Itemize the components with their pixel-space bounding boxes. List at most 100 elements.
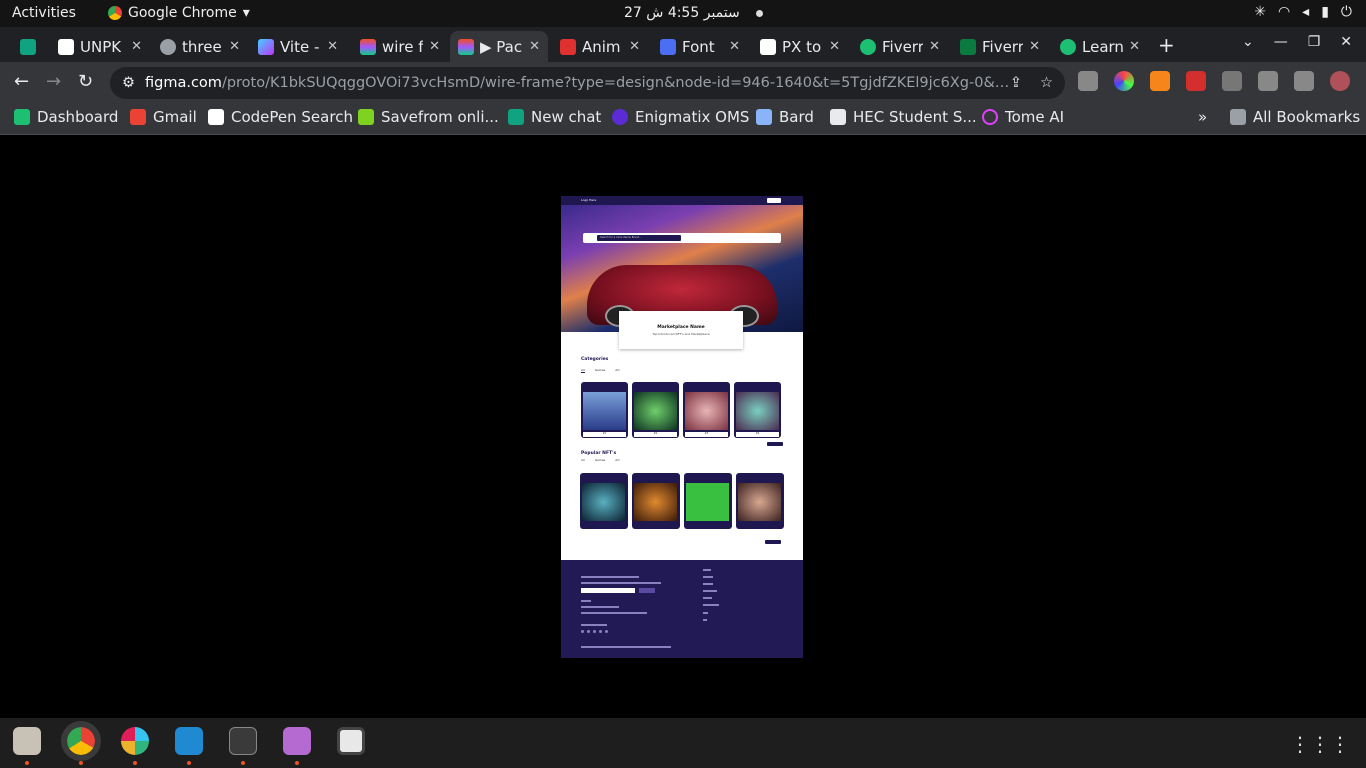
social-icon[interactable] <box>581 630 584 633</box>
close-icon[interactable]: ✕ <box>131 39 142 54</box>
restore-icon[interactable]: ❐ <box>1308 34 1321 50</box>
footer-link[interactable] <box>703 604 719 606</box>
reload-icon[interactable]: ↻ <box>78 71 93 92</box>
colorzilla-icon[interactable] <box>1114 71 1134 91</box>
nft-card[interactable]: #4 <box>734 382 781 438</box>
tab[interactable]: wire f ✕ <box>352 31 448 62</box>
bookmark-codepen[interactable]: CodePen Search <box>208 108 353 126</box>
social-icon[interactable] <box>593 630 596 633</box>
hero-search-bar[interactable]: Search for a more items/ Brand... <box>583 233 781 243</box>
close-icon[interactable]: ✕ <box>1029 39 1040 54</box>
prototype-frame[interactable]: Logo Here Search for a more items/ Brand… <box>561 196 803 658</box>
tab-chatgpt[interactable] <box>12 31 48 62</box>
bookmark-gmail[interactable]: Gmail <box>130 108 197 126</box>
tab-art[interactable]: Art <box>615 368 619 373</box>
back-icon[interactable]: ← <box>14 71 29 92</box>
bookmark-star-icon[interactable]: ☆ <box>1040 75 1053 91</box>
all-bookmarks[interactable]: All Bookmarks <box>1230 108 1360 126</box>
usb-device-icon[interactable] <box>337 727 365 755</box>
avatar[interactable] <box>1330 71 1350 91</box>
close-icon[interactable]: ✕ <box>327 39 338 54</box>
subscribe-button[interactable] <box>639 588 655 593</box>
close-icon[interactable]: ✕ <box>429 39 440 54</box>
tab[interactable]: Anim ✕ <box>552 31 648 62</box>
nft-card[interactable]: #1 <box>581 382 628 438</box>
puzzle-icon[interactable] <box>1258 71 1278 91</box>
bookmark-new-chat[interactable]: New chat <box>508 108 601 126</box>
media-icon[interactable] <box>1222 71 1242 91</box>
search-input[interactable]: Search for a more items/ Brand... <box>597 235 681 241</box>
bookmark-tome[interactable]: Tome AI <box>982 108 1064 126</box>
social-icon[interactable] <box>599 630 602 633</box>
tab[interactable]: three ✕ <box>152 31 248 62</box>
tab-all[interactable]: All <box>581 458 585 462</box>
footer-link[interactable] <box>703 597 712 599</box>
footer-link[interactable] <box>703 619 707 621</box>
new-tab-button[interactable]: + <box>1158 33 1175 57</box>
video-player-icon[interactable] <box>283 727 311 755</box>
sidepanel-icon[interactable] <box>1294 71 1314 91</box>
close-window-icon[interactable]: ✕ <box>1340 34 1352 50</box>
view-all-button[interactable] <box>767 442 783 446</box>
tab[interactable]: Fiverr ✕ <box>952 31 1048 62</box>
files-icon[interactable] <box>13 727 41 755</box>
nft-card[interactable] <box>684 473 732 529</box>
tab-active[interactable]: ▶ Pac ✕ <box>450 31 548 62</box>
bookmark-dashboard[interactable]: Dashboard <box>14 108 118 126</box>
bookmark-hec[interactable]: HEC Student S... <box>830 108 977 126</box>
tab[interactable]: UNPK ✕ <box>50 31 150 62</box>
bookmark-savefrom[interactable]: Savefrom onli... <box>358 108 499 126</box>
close-icon[interactable]: ✕ <box>1129 39 1140 54</box>
nav-button[interactable] <box>767 198 781 203</box>
tab[interactable]: Vite - ✕ <box>250 31 346 62</box>
tab-all[interactable]: All <box>581 368 585 373</box>
chrome-dock-icon[interactable] <box>61 721 101 761</box>
terminal-icon[interactable] <box>229 727 257 755</box>
footer-link[interactable] <box>703 590 717 592</box>
close-icon[interactable]: ✕ <box>929 39 940 54</box>
nft-card[interactable]: #2 <box>632 382 679 438</box>
tab-search-icon[interactable]: ⌄ <box>1242 34 1254 50</box>
nft-card[interactable] <box>632 473 680 529</box>
view-all-button[interactable] <box>765 540 781 544</box>
system-tray[interactable]: ✳ ◠ ◂ ▮ ⏻ <box>1254 4 1352 20</box>
address-bar[interactable]: ⚙ figma.com/proto/K1bkSUQqggOVOi73vcHsmD… <box>110 67 1065 99</box>
nft-card[interactable] <box>736 473 784 529</box>
app-menu[interactable]: Google Chrome ▾ <box>108 5 250 21</box>
footer-link[interactable] <box>703 612 708 614</box>
close-icon[interactable]: ✕ <box>529 39 540 54</box>
close-icon[interactable]: ✕ <box>229 39 240 54</box>
more-bookmarks-icon[interactable]: » <box>1198 108 1207 126</box>
close-icon[interactable]: ✕ <box>729 39 740 54</box>
clock[interactable]: 27 ستمبر 4:55 ش <box>624 5 740 21</box>
show-apps-icon[interactable]: ⋮⋮⋮ <box>1290 732 1350 756</box>
vscode-icon[interactable] <box>175 727 203 755</box>
close-icon[interactable]: ✕ <box>629 39 640 54</box>
extension-red-icon[interactable] <box>1186 71 1206 91</box>
tab[interactable]: Fiverr ✕ <box>852 31 948 62</box>
nft-card[interactable]: #3 <box>683 382 730 438</box>
tab[interactable]: Font ✕ <box>652 31 748 62</box>
tab[interactable]: Learn ✕ <box>1052 31 1148 62</box>
footer-link[interactable] <box>703 583 713 585</box>
tab-art[interactable]: Art <box>615 458 619 462</box>
tab[interactable]: PX to ✕ <box>752 31 848 62</box>
tab-games[interactable]: Games <box>595 458 606 462</box>
footer-link[interactable] <box>703 576 713 578</box>
share-icon[interactable]: ⇪ <box>1010 75 1022 91</box>
forward-icon[interactable]: → <box>46 71 61 92</box>
minimize-icon[interactable]: — <box>1274 34 1288 50</box>
tab-games[interactable]: Games <box>595 368 606 373</box>
site-info-icon[interactable]: ⚙ <box>122 75 135 91</box>
email-input[interactable] <box>581 588 635 593</box>
eyedropper-icon[interactable] <box>1078 71 1098 91</box>
footer-link[interactable] <box>703 569 711 571</box>
bookmark-enigmatix[interactable]: Enigmatix OMS <box>612 108 749 126</box>
slack-icon[interactable] <box>121 727 149 755</box>
metamask-icon[interactable] <box>1150 71 1170 91</box>
nft-card[interactable] <box>580 473 628 529</box>
activities-button[interactable]: Activities <box>12 5 76 21</box>
social-icon[interactable] <box>587 630 590 633</box>
close-icon[interactable]: ✕ <box>829 39 840 54</box>
bookmark-bard[interactable]: Bard <box>756 108 814 126</box>
